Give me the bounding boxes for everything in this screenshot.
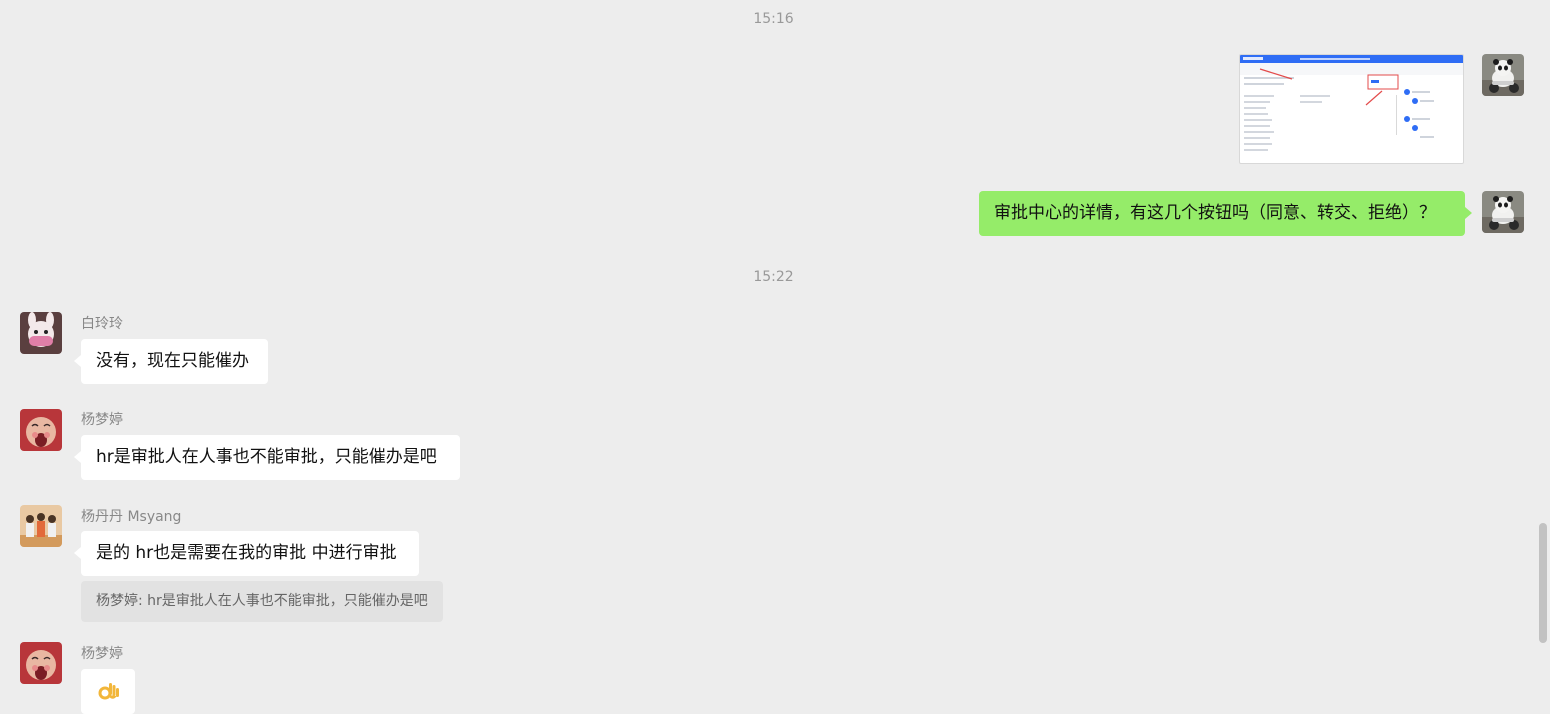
avatar[interactable]: [1482, 54, 1524, 96]
sender-name: 杨梦婷: [81, 646, 123, 662]
message-bubble-self[interactable]: 审批中心的详情，有这几个按钮吗（同意、转交、拒绝）？: [979, 191, 1465, 236]
panda-avatar-icon: [1482, 54, 1524, 96]
scrollbar[interactable]: [1536, 0, 1550, 711]
scrollbar-thumb[interactable]: [1539, 523, 1547, 643]
ok-hand-emoji-icon: [98, 682, 119, 699]
quoted-text: 杨梦婷: hr是审批人在人事也不能审批，只能催办是吧: [96, 593, 428, 609]
cartoon-avatar-icon: [20, 312, 62, 354]
avatar[interactable]: [1482, 191, 1524, 233]
bubble-tail: [74, 355, 81, 367]
sender-name: 杨丹丹 Msyang: [81, 509, 182, 525]
bubble-tail: [74, 451, 81, 463]
message-bubble[interactable]: 没有，现在只能催办: [81, 339, 268, 384]
emoji-message[interactable]: [81, 669, 135, 714]
message-text: hr是审批人在人事也不能审批，只能催办是吧: [96, 447, 437, 467]
avatar[interactable]: [20, 312, 62, 354]
sender-name: 杨梦婷: [81, 412, 123, 428]
message-bubble[interactable]: hr是审批人在人事也不能审批，只能催办是吧: [81, 435, 460, 480]
quoted-message[interactable]: 杨梦婷: hr是审批人在人事也不能审批，只能催办是吧: [81, 581, 443, 622]
cartoon-avatar-icon: [20, 409, 62, 451]
message-bubble[interactable]: 是的 hr也是需要在我的审批 中进行审批: [81, 531, 419, 576]
sender-name: 白玲玲: [81, 316, 123, 332]
timestamp: 15:22: [753, 269, 794, 285]
message-text: 是的 hr也是需要在我的审批 中进行审批: [96, 543, 397, 563]
cartoon-avatar-icon: [20, 642, 62, 684]
message-text: 没有，现在只能催办: [96, 351, 249, 371]
message-text: 审批中心的详情，有这几个按钮吗（同意、转交、拒绝）？: [994, 203, 1436, 223]
bubble-tail: [1465, 207, 1472, 219]
avatar[interactable]: [20, 409, 62, 451]
family-photo-avatar-icon: [20, 505, 62, 547]
avatar[interactable]: [20, 642, 62, 684]
image-message[interactable]: [1239, 54, 1464, 164]
avatar[interactable]: [20, 505, 62, 547]
bubble-tail: [74, 547, 81, 559]
panda-avatar-icon: [1482, 191, 1524, 233]
screenshot-thumbnail-icon: [1240, 55, 1463, 151]
timestamp: 15:16: [753, 11, 794, 27]
